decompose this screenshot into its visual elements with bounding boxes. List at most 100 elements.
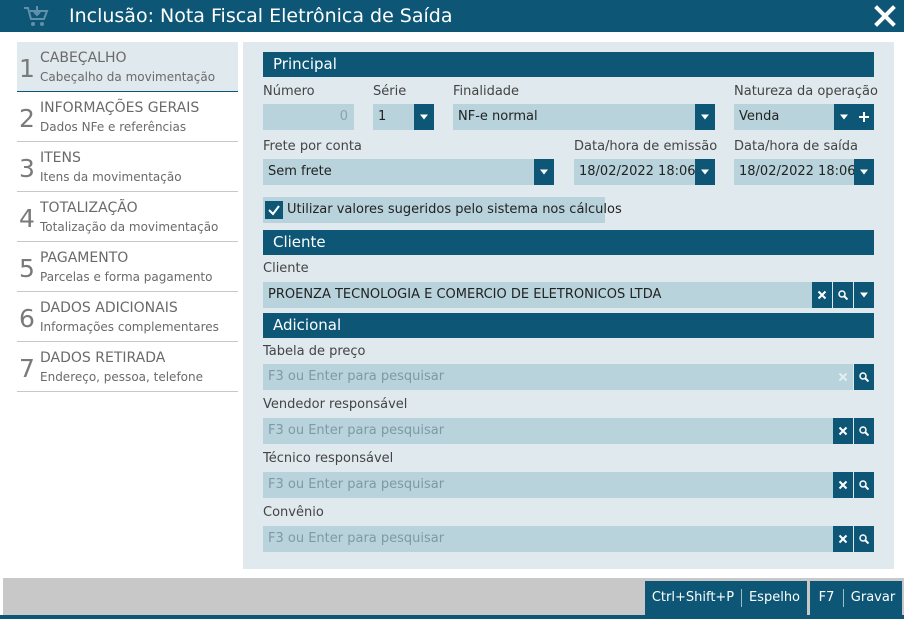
tabela-search-button[interactable] bbox=[854, 364, 874, 390]
gravar-label: Gravar bbox=[850, 590, 896, 605]
search-icon bbox=[859, 372, 869, 382]
saida-dropdown-button[interactable] bbox=[854, 159, 874, 185]
chevron-down-icon bbox=[860, 292, 868, 298]
nav-item-dados-adicionais[interactable]: 6 DADOS ADICIONAIS Informações complemen… bbox=[17, 292, 238, 342]
natureza-dropdown-button[interactable] bbox=[834, 104, 854, 130]
emissao-label: Data/hora de emissão bbox=[574, 139, 718, 154]
serie-dropdown-button[interactable] bbox=[414, 104, 434, 130]
natureza-add-button[interactable] bbox=[854, 104, 874, 130]
frete-dropdown-button[interactable] bbox=[534, 159, 554, 185]
search-icon bbox=[859, 480, 869, 490]
espelho-button[interactable]: Ctrl+Shift+P Espelho bbox=[645, 581, 807, 615]
section-principal: Principal bbox=[263, 52, 874, 77]
vendedor-input[interactable]: F3 ou Enter para pesquisar bbox=[263, 418, 834, 444]
nav-title: CABEÇALHO bbox=[40, 50, 127, 66]
tabela-placeholder: F3 ou Enter para pesquisar bbox=[268, 369, 445, 384]
nav-item-itens[interactable]: 3 ITENS Itens da movimentação bbox=[17, 142, 238, 192]
saida-field[interactable]: 18/02/2022 18:06 bbox=[734, 159, 855, 185]
tecnico-clear-button[interactable] bbox=[833, 472, 853, 498]
nav-item-totalizacao[interactable]: 4 TOTALIZAÇÃO Totalização da movimentaçã… bbox=[17, 192, 238, 242]
tabela-input[interactable]: F3 ou Enter para pesquisar bbox=[263, 364, 834, 390]
close-icon bbox=[838, 372, 848, 382]
convenio-label: Convênio bbox=[263, 505, 324, 520]
emissao-field[interactable]: 18/02/2022 18:06 bbox=[574, 159, 696, 185]
sugeridos-checkbox[interactable] bbox=[265, 201, 283, 219]
nav-title: DADOS ADICIONAIS bbox=[40, 300, 178, 316]
convenio-clear-button[interactable] bbox=[833, 526, 853, 552]
chevron-down-icon bbox=[840, 114, 848, 120]
section-cliente: Cliente bbox=[263, 230, 874, 255]
cliente-label: Cliente bbox=[263, 261, 309, 276]
frete-label: Frete por conta bbox=[263, 139, 362, 154]
tabela-clear-button bbox=[833, 364, 853, 390]
nav-number: 4 bbox=[19, 204, 35, 233]
nav-subtitle: Parcelas e forma pagamento bbox=[40, 270, 213, 284]
nav-number: 1 bbox=[19, 54, 35, 83]
chevron-down-icon bbox=[540, 169, 548, 175]
cliente-dropdown-button[interactable] bbox=[854, 282, 874, 308]
vendedor-placeholder: F3 ou Enter para pesquisar bbox=[268, 423, 445, 438]
search-icon bbox=[859, 534, 869, 544]
gravar-shortcut: F7 bbox=[818, 590, 835, 605]
cliente-search-button[interactable] bbox=[833, 282, 853, 308]
step-nav: 1 CABEÇALHO Cabeçalho da movimentação 2 … bbox=[17, 42, 238, 392]
nav-item-cabecalho[interactable]: 1 CABEÇALHO Cabeçalho da movimentação bbox=[17, 42, 238, 92]
chevron-down-icon bbox=[701, 114, 709, 120]
cart-icon bbox=[24, 6, 49, 26]
nav-subtitle: Totalização da movimentação bbox=[40, 220, 219, 234]
finalidade-dropdown-button[interactable] bbox=[695, 104, 715, 130]
nav-number: 6 bbox=[19, 304, 35, 333]
close-icon[interactable] bbox=[872, 3, 898, 29]
bottom-strip bbox=[0, 615, 904, 619]
serie-label: Série bbox=[373, 84, 407, 99]
natureza-label: Natureza da operação bbox=[734, 84, 878, 99]
espelho-shortcut: Ctrl+Shift+P bbox=[651, 590, 735, 605]
nav-subtitle: Endereço, pessoa, telefone bbox=[40, 370, 203, 384]
close-icon bbox=[838, 426, 848, 436]
window-title: Inclusão: Nota Fiscal Eletrônica de Saíd… bbox=[69, 5, 453, 27]
nav-subtitle: Informações complementares bbox=[40, 320, 219, 334]
sugeridos-label: Utilizar valores sugeridos pelo sistema … bbox=[287, 202, 622, 217]
tecnico-search-button[interactable] bbox=[854, 472, 874, 498]
nav-item-pagamento[interactable]: 5 PAGAMENTO Parcelas e forma pagamento bbox=[17, 242, 238, 292]
saida-label: Data/hora de saída bbox=[734, 139, 859, 154]
gravar-button[interactable]: F7 Gravar bbox=[810, 581, 902, 615]
chevron-down-icon bbox=[420, 114, 428, 120]
finalidade-select[interactable]: NF-e normal bbox=[453, 104, 696, 130]
nav-subtitle: Itens da movimentação bbox=[40, 170, 182, 184]
vendedor-label: Vendedor responsável bbox=[263, 397, 408, 412]
tecnico-placeholder: F3 ou Enter para pesquisar bbox=[268, 477, 445, 492]
serie-select[interactable]: 1 bbox=[373, 104, 414, 130]
numero-label: Número bbox=[263, 84, 315, 99]
nav-item-informacoes-gerais[interactable]: 2 INFORMAÇÕES GERAIS Dados NFe e referên… bbox=[17, 92, 238, 142]
tecnico-label: Técnico responsável bbox=[263, 451, 394, 466]
vendedor-search-button[interactable] bbox=[854, 418, 874, 444]
vendedor-clear-button[interactable] bbox=[833, 418, 853, 444]
emissao-dropdown-button[interactable] bbox=[695, 159, 715, 185]
convenio-search-button[interactable] bbox=[854, 526, 874, 552]
natureza-select[interactable]: Venda bbox=[734, 104, 834, 130]
checkmark-icon bbox=[268, 205, 280, 216]
nav-item-dados-retirada[interactable]: 7 DADOS RETIRADA Endereço, pessoa, telef… bbox=[17, 342, 238, 392]
nav-number: 3 bbox=[19, 154, 35, 183]
numero-field: 0 bbox=[263, 104, 354, 130]
title-bar: Inclusão: Nota Fiscal Eletrônica de Saíd… bbox=[0, 0, 904, 32]
nav-title: TOTALIZAÇÃO bbox=[40, 200, 138, 216]
nav-title: DADOS RETIRADA bbox=[40, 350, 166, 366]
finalidade-label: Finalidade bbox=[453, 84, 520, 99]
tabela-label: Tabela de preço bbox=[263, 344, 366, 359]
convenio-input[interactable]: F3 ou Enter para pesquisar bbox=[263, 526, 834, 552]
tecnico-input[interactable]: F3 ou Enter para pesquisar bbox=[263, 472, 834, 498]
convenio-placeholder: F3 ou Enter para pesquisar bbox=[268, 531, 445, 546]
frete-select[interactable]: Sem frete bbox=[263, 159, 535, 185]
chevron-down-icon bbox=[701, 169, 709, 175]
cliente-field[interactable]: PROENZA TECNOLOGIA E COMERCIO DE ELETRON… bbox=[263, 282, 812, 308]
search-icon bbox=[859, 426, 869, 436]
chevron-down-icon bbox=[860, 169, 868, 175]
cliente-clear-button[interactable] bbox=[812, 282, 832, 308]
sugeridos-checkbox-row[interactable]: Utilizar valores sugeridos pelo sistema … bbox=[263, 197, 622, 223]
nav-number: 2 bbox=[19, 104, 35, 133]
close-icon bbox=[838, 534, 848, 544]
nav-subtitle: Dados NFe e referências bbox=[40, 120, 187, 134]
section-adicional: Adicional bbox=[263, 313, 874, 338]
